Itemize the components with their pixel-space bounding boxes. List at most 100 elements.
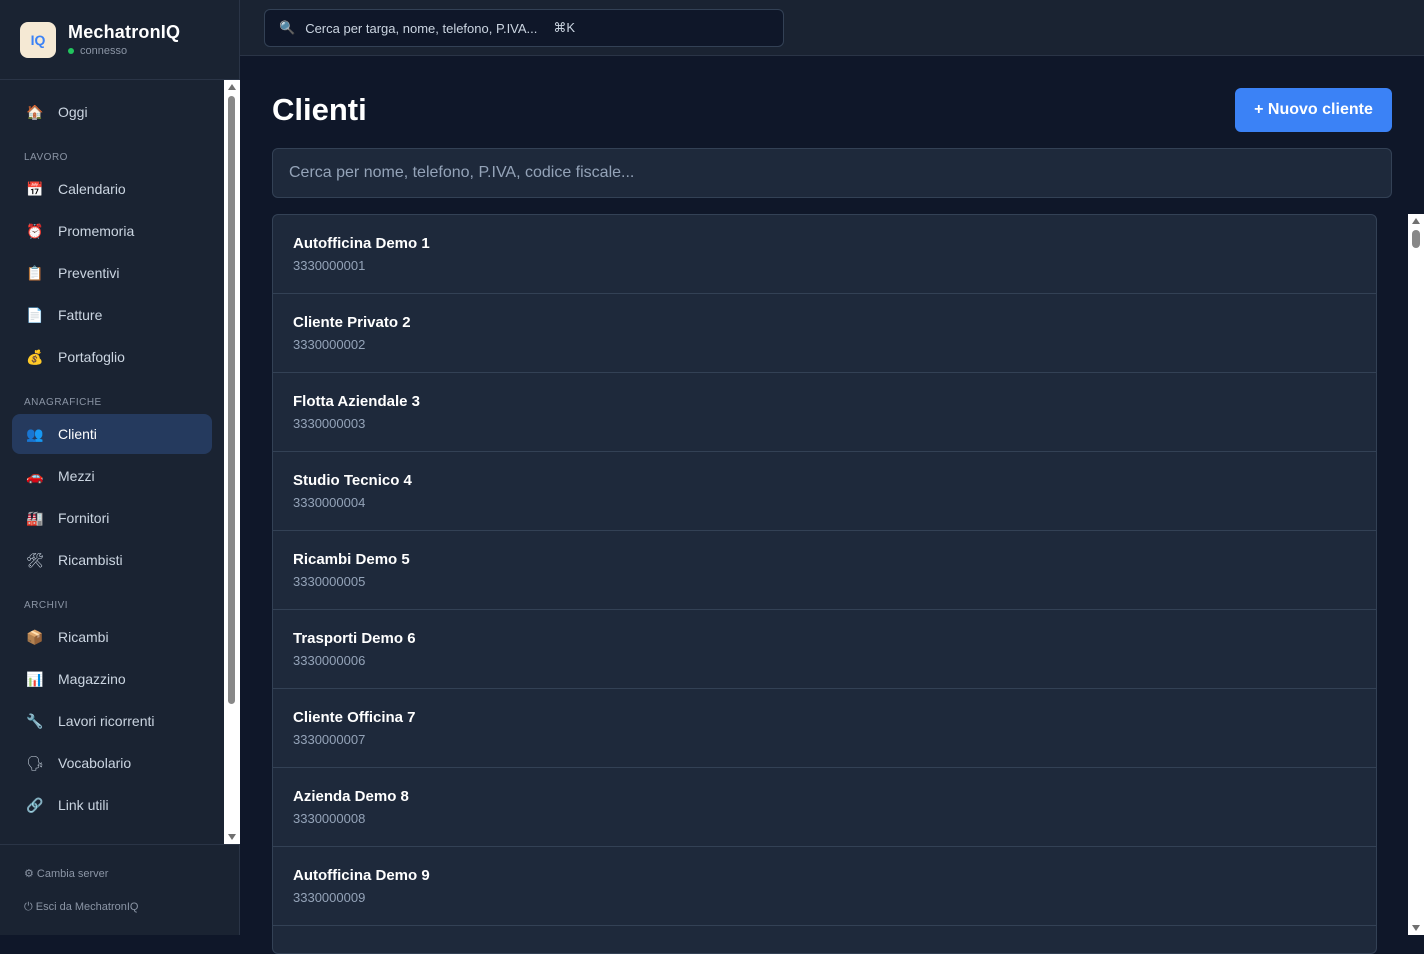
client-phone: 3330000005 bbox=[293, 574, 366, 589]
sidebar-item-fornitori[interactable]: 🏭 Fornitori bbox=[12, 498, 212, 538]
invoice-icon: 📄 bbox=[26, 306, 44, 323]
sidebar-item-label: Ricambi bbox=[58, 629, 109, 645]
client-search-input[interactable] bbox=[272, 148, 1392, 198]
client-name: Trasporti Demo 6 bbox=[293, 630, 416, 647]
client-phone: 3330000006 bbox=[293, 653, 366, 668]
scroll-down-arrow-icon[interactable] bbox=[1412, 925, 1420, 931]
sidebar-item-label: Magazzino bbox=[58, 671, 126, 687]
scroll-up-arrow-icon[interactable] bbox=[1412, 218, 1420, 224]
global-search-placeholder: Cerca per targa, nome, telefono, P.IVA..… bbox=[305, 20, 538, 36]
sidebar-item-label: Mezzi bbox=[58, 468, 95, 484]
sidebar-footer: ⚙ Cambia server ⏻ Esci da MechatronIQ bbox=[0, 844, 240, 935]
sidebar-item-calendario[interactable]: 📅 Calendario bbox=[12, 169, 212, 209]
sidebar-item-label: Calendario bbox=[58, 181, 126, 197]
sidebar-item-label: Lavori ricorrenti bbox=[58, 713, 155, 729]
scrollbar-thumb[interactable] bbox=[1412, 230, 1420, 248]
client-phone: 3330000009 bbox=[293, 890, 366, 905]
sidebar-section-title: LAVORO bbox=[24, 152, 68, 163]
calendar-icon: 📅 bbox=[26, 180, 44, 197]
app-logo: IQ bbox=[20, 21, 56, 58]
sidebar-item-label: Preventivi bbox=[58, 265, 120, 281]
status-dot-icon bbox=[68, 48, 74, 54]
sidebar-scrollbar[interactable] bbox=[224, 80, 240, 844]
speaking-head-icon: 🗣 bbox=[26, 754, 44, 771]
brand-header: IQ MechatronIQ connesso bbox=[0, 0, 239, 80]
car-icon: 🚗 bbox=[26, 467, 44, 484]
sidebar-item-label: Fatture bbox=[58, 307, 103, 323]
client-phone: 3330000008 bbox=[293, 811, 366, 826]
client-row[interactable]: Azienda Demo 8 3330000008 bbox=[273, 768, 1376, 847]
status-label: connesso bbox=[80, 45, 128, 57]
sidebar-item-promemoria[interactable]: ⏰ Promemoria bbox=[12, 211, 212, 251]
sidebar-item-label: Ricambisti bbox=[58, 552, 123, 568]
sidebar-item-oggi[interactable]: 🏠 Oggi bbox=[12, 92, 212, 132]
tools-icon: 🛠 bbox=[26, 551, 44, 568]
client-phone: 3330000001 bbox=[293, 258, 366, 273]
sidebar-item-clienti[interactable]: 👥 Clienti bbox=[12, 414, 212, 454]
global-search-input[interactable]: 🔍 Cerca per targa, nome, telefono, P.IVA… bbox=[264, 9, 784, 47]
app-name: MechatronIQ bbox=[68, 22, 181, 42]
sidebar-item-portafoglio[interactable]: 💰 Portafoglio bbox=[12, 337, 212, 377]
new-client-button[interactable]: + Nuovo cliente bbox=[1235, 88, 1392, 132]
client-row[interactable]: Cliente Privato 2 3330000002 bbox=[273, 294, 1376, 373]
client-name: Studio Tecnico 4 bbox=[293, 472, 412, 489]
change-server-link[interactable]: ⚙ Cambia server bbox=[24, 867, 240, 901]
scroll-up-arrow-icon[interactable] bbox=[228, 84, 236, 90]
client-row[interactable]: Autofficina Demo 1 3330000001 bbox=[273, 215, 1376, 294]
client-name: Cliente Privato 2 bbox=[293, 314, 411, 331]
scroll-down-arrow-icon[interactable] bbox=[228, 834, 236, 840]
sidebar: IQ MechatronIQ connesso 🏠 Oggi LAVORO 📅 Ca… bbox=[0, 0, 240, 935]
home-icon: 🏠 bbox=[26, 103, 44, 120]
users-icon: 👥 bbox=[26, 425, 44, 442]
sidebar-item-label: Clienti bbox=[58, 426, 97, 442]
connection-status: connesso bbox=[68, 45, 180, 57]
clipboard-icon: 📋 bbox=[26, 264, 44, 281]
package-icon: 📦 bbox=[26, 628, 44, 645]
shortcut-hint: ⌘K bbox=[553, 20, 576, 35]
client-name: Cliente Officina 7 bbox=[293, 709, 416, 726]
client-row[interactable]: Ricambi Demo 5 3330000005 bbox=[273, 531, 1376, 610]
client-phone: 3330000004 bbox=[293, 495, 366, 510]
client-name: Flotta Aziendale 3 bbox=[293, 393, 420, 410]
client-name: Autofficina Demo 9 bbox=[293, 867, 430, 884]
sidebar-nav: 🏠 Oggi LAVORO 📅 Calendario ⏰ Promemoria 📋 Prev… bbox=[0, 80, 224, 844]
client-phone: 3330000003 bbox=[293, 416, 366, 431]
sidebar-item-vocabolario[interactable]: 🗣 Vocabolario bbox=[12, 743, 212, 783]
client-name: Azienda Demo 8 bbox=[293, 788, 409, 805]
search-icon: 🔍 bbox=[279, 20, 296, 35]
wrench-icon: 🔧 bbox=[26, 712, 44, 729]
sidebar-item-lavori-ricorrenti[interactable]: 🔧 Lavori ricorrenti bbox=[12, 701, 212, 741]
sidebar-item-magazzino[interactable]: 📊 Magazzino bbox=[12, 659, 212, 699]
link-icon: 🔗 bbox=[26, 796, 44, 813]
sidebar-item-ricambi[interactable]: 📦 Ricambi bbox=[12, 617, 212, 657]
client-list: Autofficina Demo 1 3330000001 Cliente Priv… bbox=[272, 214, 1377, 954]
sidebar-item-fatture[interactable]: 📄 Fatture bbox=[12, 295, 212, 335]
topbar: 🔍 Cerca per targa, nome, telefono, P.IVA… bbox=[240, 0, 1424, 56]
client-row[interactable]: Autofficina Demo 9 3330000009 bbox=[273, 847, 1376, 926]
main-content: Clienti + Nuovo cliente Autofficina Demo… bbox=[240, 56, 1424, 954]
client-name: Ricambi Demo 5 bbox=[293, 551, 410, 568]
logout-link[interactable]: ⏻ Esci da MechatronIQ bbox=[24, 901, 240, 935]
client-phone: 3330000007 bbox=[293, 732, 366, 747]
client-phone: 3330000002 bbox=[293, 337, 366, 352]
sidebar-item-label: Portafoglio bbox=[58, 349, 125, 365]
page-title: Clienti bbox=[272, 92, 367, 127]
scrollbar-thumb[interactable] bbox=[228, 96, 235, 704]
sidebar-section-title: ARCHIVI bbox=[24, 600, 69, 611]
sidebar-item-label: Vocabolario bbox=[58, 755, 132, 771]
sidebar-item-preventivi[interactable]: 📋 Preventivi bbox=[12, 253, 212, 293]
client-row[interactable]: Cliente Officina 7 3330000007 bbox=[273, 689, 1376, 768]
alarm-clock-icon: ⏰ bbox=[26, 222, 44, 239]
client-row[interactable]: Studio Tecnico 4 3330000004 bbox=[273, 452, 1376, 531]
client-name: Autofficina Demo 1 bbox=[293, 235, 430, 252]
sidebar-item-label: Oggi bbox=[58, 104, 88, 120]
client-row[interactable]: Trasporti Demo 6 3330000006 bbox=[273, 610, 1376, 689]
sidebar-item-mezzi[interactable]: 🚗 Mezzi bbox=[12, 456, 212, 496]
content-scrollbar[interactable] bbox=[1408, 214, 1424, 935]
bar-chart-icon: 📊 bbox=[26, 670, 44, 687]
sidebar-item-label: Promemoria bbox=[58, 223, 135, 239]
money-bag-icon: 💰 bbox=[26, 348, 44, 365]
client-row[interactable]: Flotta Aziendale 3 3330000003 bbox=[273, 373, 1376, 452]
sidebar-item-ricambisti[interactable]: 🛠 Ricambisti bbox=[12, 540, 212, 580]
sidebar-item-link-utili[interactable]: 🔗 Link utili bbox=[12, 785, 212, 825]
